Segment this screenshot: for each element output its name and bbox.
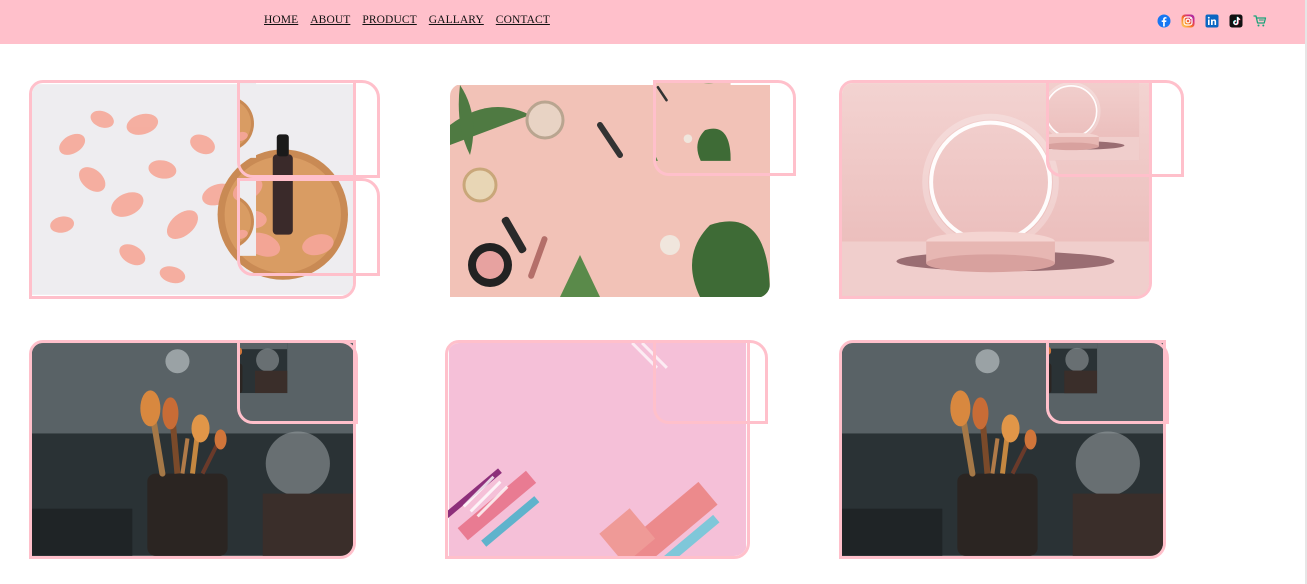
nav-contact-link[interactable]: CONTACT <box>496 14 550 26</box>
cart-icon[interactable] <box>1253 14 1267 28</box>
gallery-thumb-1b[interactable] <box>237 178 380 276</box>
gallery-thumb-5[interactable] <box>653 340 768 424</box>
top-navbar: HOME ABOUT PRODUCT GALLARY CONTACT <box>0 0 1305 44</box>
gallery-thumb-3[interactable] <box>1046 80 1184 177</box>
facebook-icon[interactable] <box>1157 14 1171 28</box>
nav-about-link[interactable]: ABOUT <box>310 14 350 26</box>
gallery-thumb-6[interactable] <box>1046 340 1169 424</box>
linkedin-icon[interactable] <box>1205 14 1219 28</box>
nav-gallary-link[interactable]: GALLARY <box>429 14 484 26</box>
gallery-thumb-4[interactable] <box>237 340 358 424</box>
social-icons <box>1157 14 1267 28</box>
tiktok-icon[interactable] <box>1229 14 1243 28</box>
nav-home-link[interactable]: HOME <box>264 14 298 26</box>
nav-links: HOME ABOUT PRODUCT GALLARY CONTACT <box>264 14 550 26</box>
instagram-icon[interactable] <box>1181 14 1195 28</box>
gallery-thumb-2[interactable] <box>653 80 796 176</box>
gallery-thumb-1a[interactable] <box>237 80 380 178</box>
nav-product-link[interactable]: PRODUCT <box>362 14 416 26</box>
